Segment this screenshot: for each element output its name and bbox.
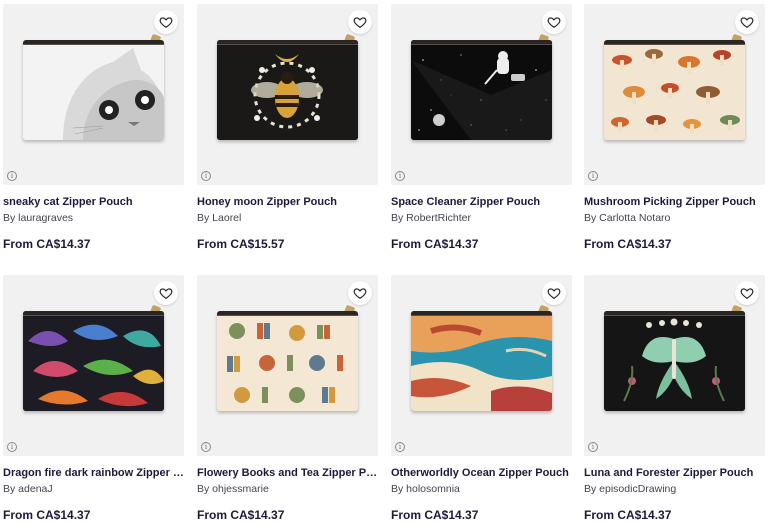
- favorite-button[interactable]: [348, 281, 372, 305]
- heart-outline-icon: [159, 17, 173, 28]
- heart-outline-icon: [159, 288, 173, 299]
- product-image[interactable]: i: [391, 275, 572, 456]
- heart-outline-icon: [547, 288, 561, 299]
- info-icon[interactable]: i: [395, 442, 405, 452]
- pouch-artwork-ocean: [411, 311, 552, 411]
- product-artist[interactable]: By episodicDrawing: [584, 482, 765, 496]
- info-icon[interactable]: i: [395, 171, 405, 181]
- info-icon[interactable]: i: [201, 171, 211, 181]
- product-price: From CA$14.37: [584, 508, 672, 522]
- product-price: From CA$15.57: [197, 237, 285, 251]
- product-artist[interactable]: By lauragraves: [3, 211, 184, 225]
- product-title[interactable]: Otherworldly Ocean Zipper Pouch: [391, 466, 572, 480]
- info-icon[interactable]: i: [588, 442, 598, 452]
- product-price: From CA$14.37: [3, 237, 91, 251]
- product-artist[interactable]: By adenaJ: [3, 482, 184, 496]
- pouch-artwork-space: [411, 40, 552, 140]
- info-icon[interactable]: i: [7, 442, 17, 452]
- product-image[interactable]: i: [584, 4, 765, 185]
- favorite-button[interactable]: [348, 10, 372, 34]
- product-artist[interactable]: By Laorel: [197, 211, 378, 225]
- product-price: From CA$14.37: [584, 237, 672, 251]
- pouch-artwork-dragon: [23, 311, 164, 411]
- favorite-button[interactable]: [735, 10, 759, 34]
- info-icon[interactable]: i: [201, 442, 211, 452]
- product-image[interactable]: i: [3, 275, 184, 456]
- pouch-artwork-luna: [604, 311, 745, 411]
- info-icon[interactable]: i: [7, 171, 17, 181]
- info-icon[interactable]: i: [588, 171, 598, 181]
- product-card[interactable]: i Space Cleaner Zipper Pouch By RobertRi…: [391, 4, 572, 252]
- pouch-artwork-mushroom: [604, 40, 745, 140]
- product-title[interactable]: Luna and Forester Zipper Pouch: [584, 466, 765, 480]
- pouch-artwork-books: [217, 311, 358, 411]
- product-artist[interactable]: By Carlotta Notaro: [584, 211, 765, 225]
- product-card[interactable]: i Honey moon Zipper Pouch By Laorel From…: [197, 4, 378, 252]
- product-card[interactable]: i Flowery Books and Tea Zipper Pou... By…: [197, 275, 378, 523]
- product-image[interactable]: i: [391, 4, 572, 185]
- product-price: From CA$14.37: [391, 508, 479, 522]
- product-price: From CA$14.37: [3, 508, 91, 522]
- product-card[interactable]: i Dragon fire dark rainbow Zipper Po... …: [3, 275, 184, 523]
- product-title[interactable]: Flowery Books and Tea Zipper Pou...: [197, 466, 378, 480]
- product-image[interactable]: i: [3, 4, 184, 185]
- product-image[interactable]: i: [197, 4, 378, 185]
- product-title[interactable]: Dragon fire dark rainbow Zipper Po...: [3, 466, 184, 480]
- favorite-button[interactable]: [542, 281, 566, 305]
- product-card[interactable]: i Otherworldly Ocean Zipper Pouch By hol…: [391, 275, 572, 523]
- heart-outline-icon: [547, 17, 561, 28]
- product-title[interactable]: Honey moon Zipper Pouch: [197, 195, 378, 209]
- product-artist[interactable]: By holosomnia: [391, 482, 572, 496]
- product-artist[interactable]: By RobertRichter: [391, 211, 572, 225]
- product-image[interactable]: i: [584, 275, 765, 456]
- product-image[interactable]: i: [197, 275, 378, 456]
- heart-outline-icon: [740, 288, 754, 299]
- heart-outline-icon: [740, 17, 754, 28]
- product-artist[interactable]: By ohjessmarie: [197, 482, 378, 496]
- heart-outline-icon: [353, 288, 367, 299]
- product-grid: i sneaky cat Zipper Pouch By lauragraves…: [0, 0, 768, 524]
- product-price: From CA$14.37: [197, 508, 285, 522]
- product-title[interactable]: sneaky cat Zipper Pouch: [3, 195, 184, 209]
- favorite-button[interactable]: [735, 281, 759, 305]
- product-title[interactable]: Space Cleaner Zipper Pouch: [391, 195, 572, 209]
- product-title[interactable]: Mushroom Picking Zipper Pouch: [584, 195, 765, 209]
- favorite-button[interactable]: [542, 10, 566, 34]
- favorite-button[interactable]: [154, 10, 178, 34]
- product-card[interactable]: i sneaky cat Zipper Pouch By lauragraves…: [3, 4, 184, 252]
- product-card[interactable]: i Luna and Forester Zipper Pouch By epis…: [584, 275, 765, 523]
- heart-outline-icon: [353, 17, 367, 28]
- favorite-button[interactable]: [154, 281, 178, 305]
- product-card[interactable]: i Mushroom Picking Zipper Pouch By Carlo…: [584, 4, 765, 252]
- product-price: From CA$14.37: [391, 237, 479, 251]
- pouch-artwork-bee: [217, 40, 358, 140]
- pouch-artwork-cat: [23, 40, 164, 140]
